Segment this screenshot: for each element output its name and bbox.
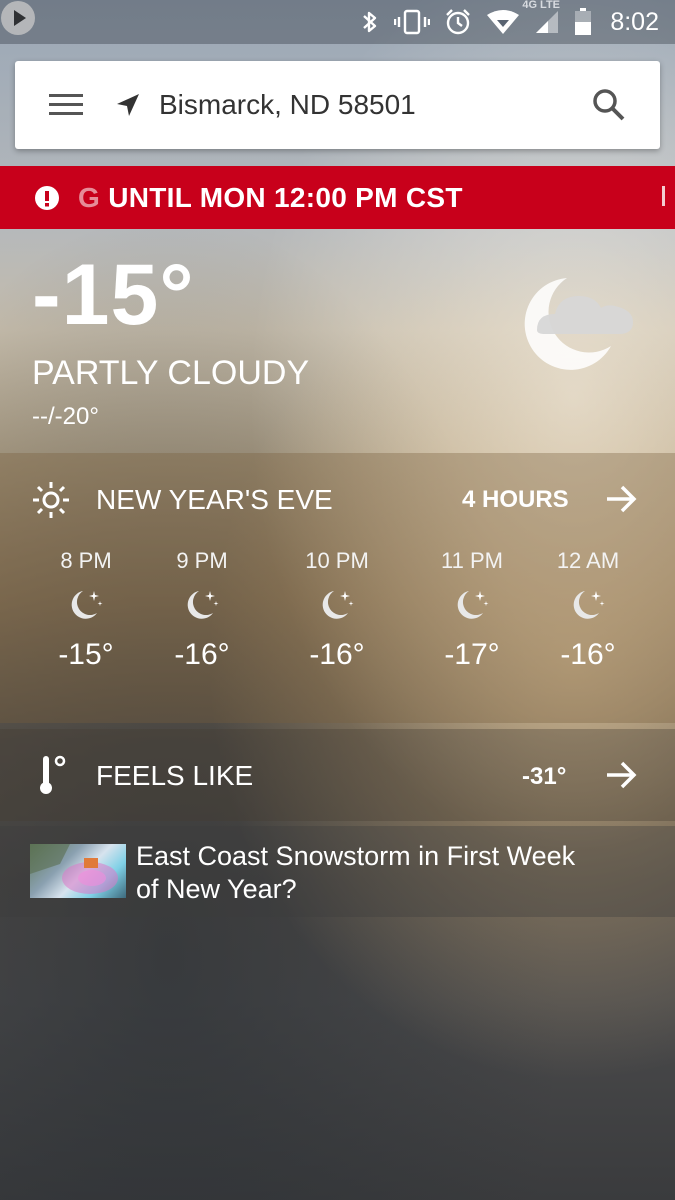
clear-night-icon: [31, 588, 141, 624]
location-search-bar[interactable]: Bismarck, ND 58501: [15, 61, 660, 149]
hi-lo-temperature: --/-20°: [32, 403, 99, 430]
alert-marquee-edge: [662, 186, 665, 206]
search-icon[interactable]: [592, 88, 626, 122]
status-bar: 4G LTE 8:02: [0, 0, 675, 44]
feels-like-card[interactable]: FEELS LIKE -31°: [0, 729, 675, 821]
alarm-icon: [444, 8, 472, 36]
clear-night-icon: [282, 588, 392, 624]
alert-text-main: UNTIL MON 12:00 PM CST: [108, 181, 463, 213]
hour-temperature: -15°: [58, 638, 114, 671]
arrow-right-icon[interactable]: [604, 758, 638, 797]
current-condition: PARTLY CLOUDY: [32, 354, 310, 392]
hour-time: 10 PM: [305, 548, 369, 573]
hourly-item: 10 PM -16°: [282, 548, 392, 672]
thermometer-icon: [38, 754, 68, 801]
partly-cloudy-night-icon: [515, 272, 640, 377]
clear-night-icon: [533, 588, 643, 624]
hourly-forecast-card[interactable]: NEW YEAR'S EVE 4 HOURS 8 PM -15° 9 PM -1…: [0, 453, 675, 723]
hour-time: 11 PM: [441, 548, 503, 573]
location-label[interactable]: Bismarck, ND 58501: [159, 89, 592, 121]
menu-icon[interactable]: [47, 85, 87, 125]
alert-text: G UNTIL MON 12:00 PM CST: [78, 182, 463, 214]
wifi-icon: [486, 9, 520, 35]
hour-time: 12 AM: [556, 548, 620, 573]
current-temperature: -15°: [32, 247, 195, 343]
alert-icon: [34, 185, 60, 211]
hour-time: 8 PM: [60, 548, 112, 573]
video-story-card[interactable]: East Coast Snowstorm in First Week of Ne…: [0, 826, 675, 917]
vibrate-icon: [394, 9, 431, 35]
video-headline[interactable]: East Coast Snowstorm in First Week of Ne…: [136, 840, 576, 906]
battery-icon: [574, 8, 592, 36]
hour-time: 9 PM: [176, 548, 228, 573]
hour-temperature: -17°: [444, 638, 500, 671]
weather-alert-banner[interactable]: G UNTIL MON 12:00 PM CST: [0, 166, 675, 229]
hourly-item: 11 PM -17°: [417, 548, 527, 672]
video-thumbnail[interactable]: [30, 844, 126, 898]
hourly-item: 9 PM -16°: [147, 548, 257, 672]
hourly-item: 12 AM -16°: [533, 548, 643, 672]
clear-night-icon: [417, 588, 527, 624]
bluetooth-icon: [360, 9, 380, 35]
alert-text-scrolling: G: [78, 181, 101, 213]
hourly-item: 8 PM -15°: [31, 548, 141, 672]
clear-night-icon: [147, 588, 257, 624]
location-arrow-icon[interactable]: [115, 92, 141, 118]
hour-temperature: -16°: [560, 638, 616, 671]
signal-icon: 4G LTE: [522, 0, 560, 35]
hourly-title: NEW YEAR'S EVE: [96, 484, 333, 515]
clock-time: 8:02: [610, 7, 659, 36]
feels-like-label: FEELS LIKE: [96, 760, 254, 791]
network-type-label: 4G LTE: [522, 0, 561, 11]
current-conditions: -15° PARTLY CLOUDY --/-20°: [32, 252, 309, 431]
hour-temperature: -16°: [309, 638, 365, 671]
hourly-link-label[interactable]: 4 HOURS: [462, 486, 569, 514]
sun-icon: [32, 481, 70, 524]
hour-temperature: -16°: [174, 638, 230, 671]
feels-like-value: -31°: [522, 763, 567, 790]
arrow-right-icon[interactable]: [604, 482, 638, 521]
